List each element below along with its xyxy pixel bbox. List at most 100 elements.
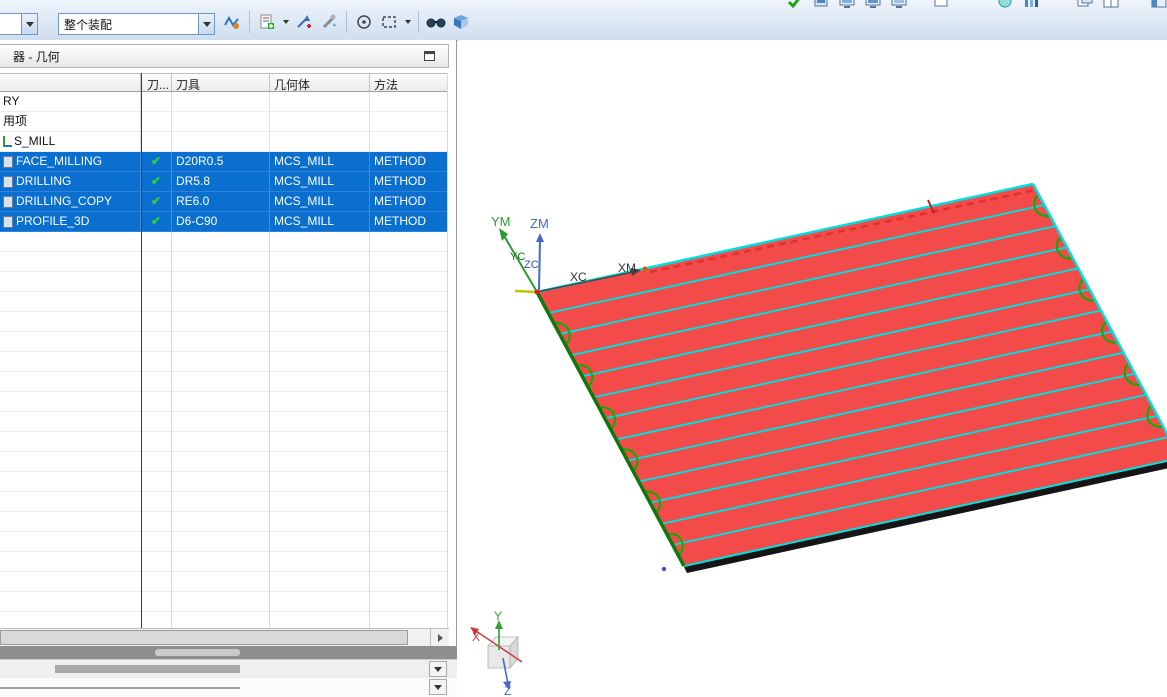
show-toolpath-icon[interactable] — [221, 11, 243, 33]
chevron-down-icon[interactable] — [198, 14, 214, 34]
tree-column-separator[interactable] — [141, 73, 142, 628]
operation-icon — [3, 215, 13, 228]
scroll-down-button[interactable] — [429, 679, 447, 695]
panel-icon[interactable] — [1150, 0, 1167, 10]
node-label: 用项 — [3, 114, 28, 128]
column-header-toolpath[interactable]: 刀... — [141, 74, 172, 91]
column-header-method[interactable]: 方法 — [370, 74, 448, 91]
filter-combo-partial[interactable] — [0, 13, 38, 35]
monitor-icon-1[interactable] — [838, 0, 856, 10]
axis-label-ym: YM — [491, 214, 511, 229]
operation-icon — [3, 175, 13, 188]
tool-cell: D6-C90 — [172, 212, 270, 232]
column-line — [269, 232, 270, 628]
selection-box-icon[interactable] — [378, 11, 400, 33]
table-row-geometry[interactable]: RY — [0, 92, 448, 112]
tool-cell: RE6.0 — [172, 192, 270, 212]
assembly-scope-combo[interactable]: 整个装配 — [58, 13, 215, 35]
toolbar-separator — [249, 11, 250, 33]
triad-label-z: Z — [504, 684, 511, 697]
chevron-down-icon — [434, 666, 442, 672]
operation-name: FACE_MILLING — [16, 154, 103, 168]
scrollbar-thumb[interactable] — [55, 665, 240, 673]
column-header-geometry[interactable]: 几何体 — [270, 74, 370, 91]
cascade-window-icon[interactable] — [1076, 0, 1094, 10]
column-line — [369, 232, 370, 628]
axis-label-zm: ZM — [530, 216, 549, 231]
geometry-cell: MCS_MILL — [270, 172, 370, 192]
tool-cell: DR5.8 — [172, 172, 270, 192]
edit-tool-icon[interactable] — [318, 11, 340, 33]
monitor-icon-3[interactable] — [890, 0, 908, 10]
triad-label-x: X — [472, 630, 480, 644]
chevron-down-icon[interactable] — [281, 11, 290, 33]
sphere-icon[interactable] — [996, 0, 1014, 10]
table-row-drilling[interactable]: DRILLING ✔ DR5.8 MCS_MILL METHOD — [0, 172, 448, 192]
analysis-icon[interactable] — [1022, 0, 1040, 10]
toolbar-right-icon-group — [786, 0, 1167, 10]
scroll-down-button[interactable] — [429, 661, 447, 677]
column-header-tool[interactable]: 刀具 — [172, 74, 270, 91]
mcs-icon — [3, 136, 12, 147]
splitter-grip[interactable] — [155, 649, 240, 656]
operation-icon — [3, 155, 13, 168]
layer-cube-icon[interactable] — [450, 11, 472, 33]
method-cell: METHOD — [370, 192, 448, 212]
tool-cell: D20R0.5 — [172, 152, 270, 172]
top-toolbar: 整个装配 — [0, 0, 1167, 41]
table-empty-area — [0, 232, 448, 628]
table-row-mcs-mill[interactable]: S_MILL — [0, 132, 448, 152]
chevron-down-icon[interactable] — [21, 14, 37, 34]
split-window-icon[interactable] — [1102, 0, 1120, 10]
geometry-cell: MCS_MILL — [270, 152, 370, 172]
point-marker — [661, 566, 667, 572]
operation-table: RY 用项 S_MILL FACE_MILLING ✔ D20R0.5 MCS_… — [0, 92, 448, 232]
create-operation-icon[interactable] — [256, 11, 278, 33]
panel-title-bar[interactable]: 器 - 几何 — [0, 44, 449, 68]
bottom-scroll-strip-1[interactable] — [0, 659, 457, 678]
panel-splitter[interactable] — [0, 646, 457, 659]
table-row-face-milling[interactable]: FACE_MILLING ✔ D20R0.5 MCS_MILL METHOD — [0, 152, 448, 172]
geometry-cell: MCS_MILL — [270, 192, 370, 212]
node-label: S_MILL — [14, 134, 56, 148]
window-icon[interactable] — [932, 0, 950, 10]
scroll-right-button[interactable] — [430, 629, 449, 646]
column-header-name[interactable] — [0, 74, 141, 91]
operation-navigator-panel: 器 - 几何 刀... 刀具 几何体 方法 RY 用项 S_MILL FACE_… — [0, 40, 457, 646]
table-row-profile-3d[interactable]: PROFILE_3D ✔ D6-C90 MCS_MILL METHOD — [0, 212, 448, 232]
operation-name: DRILLING_COPY — [16, 194, 113, 208]
application-window: 整个装配 器 - 几何 刀... 刀具 几何体 方法 RY 用项 S_MILL … — [0, 0, 1167, 697]
method-cell: METHOD — [370, 172, 448, 192]
chevron-right-icon — [437, 633, 443, 642]
visibility-glasses-icon[interactable] — [425, 11, 447, 33]
graphics-viewport[interactable]: YM ZM YC ZC XC XM X Y Z — [458, 40, 1167, 697]
operation-icon — [3, 195, 13, 208]
generated-check-icon: ✔ — [150, 174, 162, 188]
monitor-icon-2[interactable] — [864, 0, 882, 10]
scrollbar-thumb[interactable] — [0, 630, 408, 645]
workpiece-face[interactable] — [537, 184, 1167, 566]
view-triad[interactable]: X Y Z — [470, 609, 523, 697]
table-row-unused-items[interactable]: 用项 — [0, 112, 448, 132]
chevron-down-icon — [434, 684, 442, 690]
snap-point-icon[interactable] — [353, 11, 375, 33]
table-row-drilling-copy[interactable]: DRILLING_COPY ✔ RE6.0 MCS_MILL METHOD — [0, 192, 448, 212]
generated-check-icon: ✔ — [150, 194, 162, 208]
add-operation-icon[interactable] — [293, 11, 315, 33]
bottom-scroll-strip-2[interactable] — [0, 678, 457, 697]
geometry-cell: MCS_MILL — [270, 212, 370, 232]
table-header: 刀... 刀具 几何体 方法 — [0, 73, 448, 92]
generated-check-icon: ✔ — [150, 214, 162, 228]
generated-check-icon: ✔ — [150, 154, 162, 168]
chevron-down-icon[interactable] — [403, 11, 412, 33]
verify-check-icon[interactable] — [786, 0, 804, 10]
method-cell: METHOD — [370, 152, 448, 172]
horizontal-scrollbar[interactable] — [0, 628, 449, 646]
triad-label-y: Y — [494, 609, 502, 623]
machine-icon[interactable] — [812, 0, 830, 10]
restore-window-icon[interactable] — [424, 51, 435, 61]
column-line — [171, 232, 172, 628]
axis-label-zc: ZC — [524, 259, 539, 271]
operation-name: PROFILE_3D — [16, 214, 90, 228]
toolbar-separator — [346, 11, 347, 33]
